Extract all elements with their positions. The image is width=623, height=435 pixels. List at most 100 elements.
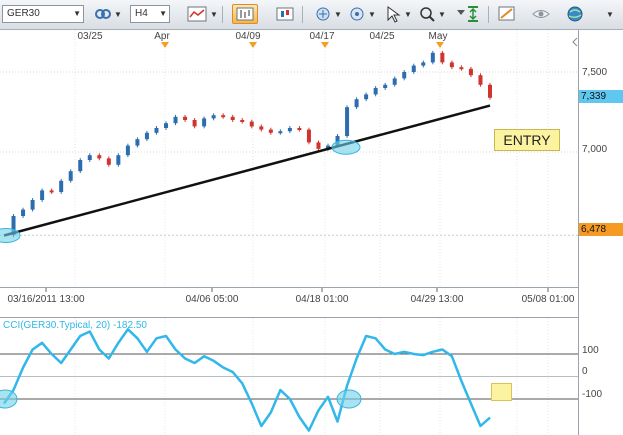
indicator-icon[interactable] bbox=[186, 4, 208, 24]
candle-body bbox=[78, 160, 83, 172]
bar-chart-icon[interactable] bbox=[232, 4, 258, 24]
date-axis[interactable]: 03/16/2011 13:00 04/06 05:00 04/18 01:00 04… bbox=[0, 288, 578, 318]
zoom-icon[interactable] bbox=[416, 4, 438, 24]
cci-axis[interactable]: 100 0 -100 bbox=[578, 318, 623, 435]
candle-body bbox=[230, 116, 235, 120]
candle-body bbox=[411, 65, 416, 72]
highlight-ellipse bbox=[336, 389, 362, 409]
candle-body bbox=[373, 88, 378, 95]
candle-body bbox=[116, 155, 121, 165]
candle-body bbox=[192, 120, 197, 127]
cci-indicator-pane[interactable]: CCI(GER30.Typical, 20) -182.50 bbox=[0, 318, 578, 435]
candle-body bbox=[40, 190, 45, 200]
candle-body bbox=[440, 52, 445, 63]
candle-body bbox=[211, 115, 216, 119]
candle-body bbox=[354, 99, 359, 108]
price-axis[interactable]: 7,500 7,000 7,339 6,478 bbox=[578, 30, 623, 288]
toolbar-separator bbox=[302, 6, 303, 23]
candle-body bbox=[68, 171, 73, 181]
top-date-label: 04/25 bbox=[369, 31, 394, 42]
chevron-down-icon: ▼ bbox=[159, 9, 167, 18]
candle-body bbox=[345, 107, 350, 136]
candle-body bbox=[249, 121, 254, 127]
candle-body bbox=[106, 158, 111, 165]
level-price-tag: 6,478 bbox=[579, 223, 623, 236]
candle-body bbox=[221, 115, 226, 118]
cci-level-label: 100 bbox=[582, 345, 599, 356]
top-date-label: 04/17 bbox=[309, 31, 334, 42]
candle-body bbox=[154, 128, 159, 133]
top-date-label: Apr bbox=[154, 31, 170, 42]
top-date-label: 03/25 bbox=[77, 31, 102, 42]
candle-body bbox=[364, 94, 369, 100]
toolbar-separator bbox=[222, 6, 223, 23]
candle-body bbox=[430, 52, 435, 63]
chevron-down-icon[interactable]: ▼ bbox=[606, 10, 621, 19]
arrow-cursor-icon[interactable] bbox=[382, 4, 404, 24]
timeframe-value: H4 bbox=[135, 8, 148, 19]
symbol-selector[interactable]: GER30 ▼ bbox=[2, 5, 84, 23]
candle-body bbox=[306, 129, 311, 143]
cci-line bbox=[2, 328, 491, 432]
event-marker bbox=[321, 42, 329, 48]
candle-body bbox=[240, 120, 245, 122]
candle-body bbox=[21, 209, 26, 216]
candle-body bbox=[135, 139, 140, 146]
timeframe-selector[interactable]: H4 ▼ bbox=[130, 5, 170, 23]
candle-body bbox=[164, 123, 168, 128]
annotation-marker bbox=[491, 383, 512, 401]
crosshair-link-icon[interactable] bbox=[92, 4, 114, 24]
candle-body bbox=[97, 155, 102, 159]
candle-body bbox=[421, 62, 426, 66]
candle-chart-icon[interactable] bbox=[274, 4, 296, 24]
cci-chart-svg bbox=[0, 318, 578, 435]
pan-icon[interactable] bbox=[312, 4, 334, 24]
symbol-value: GER30 bbox=[7, 8, 40, 19]
top-date-label: 04/09 bbox=[235, 31, 260, 42]
trendline bbox=[3, 104, 491, 237]
candle-body bbox=[478, 75, 483, 85]
candle-body bbox=[202, 118, 207, 127]
price-chart-svg: 03/25 Apr 04/09 04/17 04/25 May bbox=[0, 30, 578, 287]
fit-icon[interactable] bbox=[462, 4, 484, 24]
candle-body bbox=[125, 145, 130, 156]
candle-body bbox=[287, 128, 292, 132]
bottom-date-label: 04/06 05:00 bbox=[186, 294, 239, 305]
bottom-date-label: 04/18 01:00 bbox=[296, 294, 349, 305]
chevron-down-icon: ▼ bbox=[73, 9, 81, 18]
highlight-ellipse bbox=[0, 389, 18, 409]
bottom-date-label: 03/16/2011 13:00 bbox=[7, 294, 85, 305]
entry-annotation: ENTRY bbox=[494, 129, 560, 151]
candle-body bbox=[49, 190, 54, 193]
candle-body bbox=[259, 126, 264, 130]
candle-body bbox=[297, 128, 302, 130]
bottom-date-label: 05/08 01:00 bbox=[522, 294, 575, 305]
candle-body bbox=[144, 132, 149, 140]
draw-icon[interactable] bbox=[496, 4, 518, 24]
price-tick-label: 7,500 bbox=[582, 67, 608, 78]
hand-icon[interactable] bbox=[346, 4, 368, 24]
candle-body bbox=[173, 116, 178, 124]
price-chart[interactable]: 03/25 Apr 04/09 04/17 04/25 May ENTRY bbox=[0, 30, 578, 288]
cci-level-label: -100 bbox=[582, 389, 603, 400]
current-price-tag: 7,339 bbox=[579, 90, 623, 103]
candle-body bbox=[459, 67, 464, 70]
cci-title: CCI(GER30.Typical, 20) -182.50 bbox=[3, 320, 147, 331]
cci-level-label: 0 bbox=[582, 366, 588, 377]
candle-body bbox=[402, 72, 407, 79]
eye-icon[interactable] bbox=[530, 4, 552, 24]
event-marker bbox=[436, 42, 444, 48]
date-axis-corner bbox=[578, 288, 623, 318]
highlight-ellipse bbox=[0, 228, 21, 244]
top-date-label: May bbox=[429, 31, 448, 42]
candle-body bbox=[59, 180, 64, 192]
toolbar: GER30 ▼ ▼ H4 ▼ ▼ ▼ ▼ ▼ ▼ ▼ bbox=[0, 0, 623, 30]
candle-body bbox=[278, 131, 283, 134]
event-marker bbox=[161, 42, 169, 48]
bottom-date-label: 04/29 13:00 bbox=[411, 294, 464, 305]
globe-icon[interactable] bbox=[564, 4, 586, 24]
candle-body bbox=[183, 116, 188, 120]
date-axis-svg: 03/16/2011 13:00 04/06 05:00 04/18 01:00 04… bbox=[7, 288, 575, 305]
candle-body bbox=[87, 155, 92, 160]
candle-body bbox=[383, 84, 388, 88]
